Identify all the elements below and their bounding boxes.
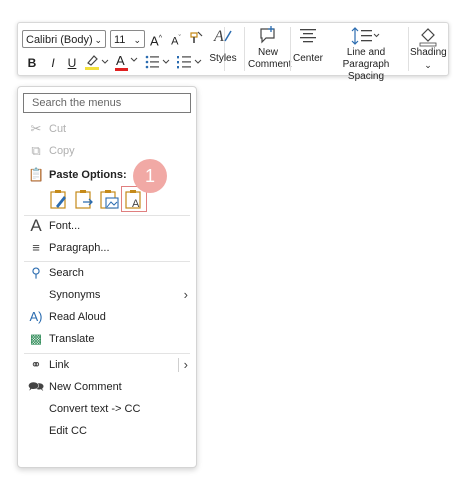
menu-item-label: Link bbox=[49, 359, 70, 371]
menu-item-cut[interactable]: ✂ Cut bbox=[18, 119, 196, 139]
shading-bucket-icon bbox=[410, 25, 446, 47]
new-comment-label-1: New bbox=[257, 47, 278, 58]
highlight-button[interactable] bbox=[84, 53, 110, 75]
align-center-icon bbox=[292, 25, 324, 47]
menu-item-synonyms[interactable]: Synonyms › bbox=[18, 285, 196, 305]
font-size-value: 11 bbox=[114, 34, 126, 46]
paste-merge-formatting-icon[interactable] bbox=[73, 188, 95, 210]
center-button[interactable]: Center bbox=[292, 25, 324, 64]
font-color-bar bbox=[115, 68, 128, 71]
menu-item-label: Translate bbox=[49, 333, 95, 345]
translate-icon: ▩ bbox=[29, 331, 43, 346]
context-menu: Search the menus ✂ Cut ⧉ Copy 📋 Paste Op… bbox=[17, 86, 197, 468]
bullets-button[interactable] bbox=[144, 53, 172, 75]
font-color-letter: A bbox=[116, 53, 125, 68]
search-icon: ⚲ bbox=[31, 265, 41, 280]
new-comment-icon bbox=[248, 25, 288, 47]
chevron-down-icon: ⌄ bbox=[94, 35, 102, 45]
menu-item-search[interactable]: ⚲ Search bbox=[18, 263, 196, 283]
styles-icon: A bbox=[207, 25, 239, 47]
menu-item-paragraph[interactable]: ≡ Paragraph... bbox=[18, 238, 196, 258]
scissors-icon: ✂ bbox=[30, 121, 42, 136]
menu-divider bbox=[24, 261, 190, 262]
font-controls: Calibri (Body) ⌄ 11 ⌄ A^ Aˇ B I U A bbox=[22, 27, 222, 73]
menu-item-label: Edit CC bbox=[49, 425, 87, 437]
menu-divider bbox=[24, 353, 190, 354]
menu-item-edit-cc[interactable]: Edit CC bbox=[18, 421, 196, 441]
read-aloud-icon: A) bbox=[29, 309, 43, 324]
submenu-separator bbox=[178, 358, 179, 372]
menu-item-link[interactable]: ⚭ Link › bbox=[18, 355, 196, 375]
format-painter-icon[interactable] bbox=[188, 30, 204, 50]
new-comment-label-2: Comment bbox=[248, 59, 292, 70]
shading-label: Shading bbox=[410, 47, 447, 58]
menu-item-convert-text-cc[interactable]: Convert text -> CC bbox=[18, 399, 196, 419]
menu-item-label: Convert text -> CC bbox=[49, 403, 141, 415]
svg-text:A: A bbox=[213, 28, 224, 45]
menu-item-copy[interactable]: ⧉ Copy bbox=[18, 141, 196, 161]
menu-item-label: Copy bbox=[49, 145, 75, 157]
shrink-font-icon[interactable]: Aˇ bbox=[169, 31, 183, 50]
search-menus-input[interactable]: Search the menus bbox=[23, 93, 191, 113]
paragraph-icon: ≡ bbox=[32, 240, 40, 255]
line-spacing-label-2: Paragraph Spacing bbox=[342, 59, 390, 82]
menu-item-label: Read Aloud bbox=[49, 311, 106, 323]
font-size-dropdown[interactable]: 11 ⌄ bbox=[110, 30, 145, 48]
bold-button[interactable]: B bbox=[26, 55, 38, 71]
styles-label: Styles bbox=[209, 53, 237, 64]
chevron-down-icon: ⌄ bbox=[424, 60, 432, 70]
menu-item-read-aloud[interactable]: A) Read Aloud bbox=[18, 307, 196, 327]
italic-button[interactable]: I bbox=[47, 55, 59, 71]
toolbar-divider bbox=[244, 27, 245, 71]
paste-options-label: Paste Options: bbox=[49, 169, 127, 181]
grow-font-icon[interactable]: A^ bbox=[149, 31, 163, 49]
underline-button[interactable]: U bbox=[66, 55, 78, 71]
chevron-right-icon: › bbox=[183, 357, 188, 372]
menu-item-label: Paragraph... bbox=[49, 242, 110, 254]
paste-picture-icon[interactable] bbox=[98, 188, 120, 210]
chevron-right-icon: › bbox=[183, 287, 188, 302]
menu-item-label: Font... bbox=[49, 220, 81, 232]
step-badge: 1 bbox=[133, 159, 167, 193]
line-spacing-button[interactable]: Line and Paragraph Spacing bbox=[324, 25, 408, 83]
clipboard-icon: 📋 bbox=[28, 167, 45, 182]
menu-item-label: Synonyms bbox=[49, 289, 101, 301]
toolbar-divider bbox=[408, 27, 409, 71]
styles-button[interactable]: A Styles bbox=[207, 25, 239, 64]
toolbar-divider bbox=[290, 27, 291, 71]
new-comment-icon: 🗪 bbox=[28, 379, 45, 394]
chevron-down-icon: ⌄ bbox=[133, 35, 141, 45]
center-label: Center bbox=[292, 53, 323, 64]
font-name-value: Calibri (Body) bbox=[26, 34, 93, 46]
menu-item-new-comment[interactable]: 🗪 New Comment bbox=[18, 377, 196, 397]
numbering-button[interactable] bbox=[176, 53, 204, 75]
svg-text:A: A bbox=[132, 198, 140, 210]
menu-item-font[interactable]: A Font... bbox=[18, 216, 196, 236]
menu-item-label: Search bbox=[49, 267, 84, 279]
mini-toolbar: Calibri (Body) ⌄ 11 ⌄ A^ Aˇ B I U A A St… bbox=[17, 22, 449, 82]
link-icon: ⚭ bbox=[30, 357, 42, 372]
paste-keep-source-formatting-icon[interactable] bbox=[48, 188, 70, 210]
line-spacing-label-1: Line and bbox=[346, 47, 386, 58]
line-spacing-icon bbox=[324, 25, 408, 47]
new-comment-button[interactable]: New Comment bbox=[248, 25, 292, 71]
menu-item-label: Cut bbox=[49, 123, 67, 135]
menu-item-label: New Comment bbox=[49, 381, 122, 393]
font-icon: A bbox=[30, 216, 42, 235]
paste-options-header: 📋 Paste Options: bbox=[18, 167, 196, 183]
menu-item-translate[interactable]: ▩ Translate bbox=[18, 329, 196, 349]
font-name-dropdown[interactable]: Calibri (Body) ⌄ bbox=[22, 30, 106, 48]
shading-button[interactable]: Shading ⌄ bbox=[410, 25, 447, 71]
copy-icon: ⧉ bbox=[31, 143, 41, 158]
